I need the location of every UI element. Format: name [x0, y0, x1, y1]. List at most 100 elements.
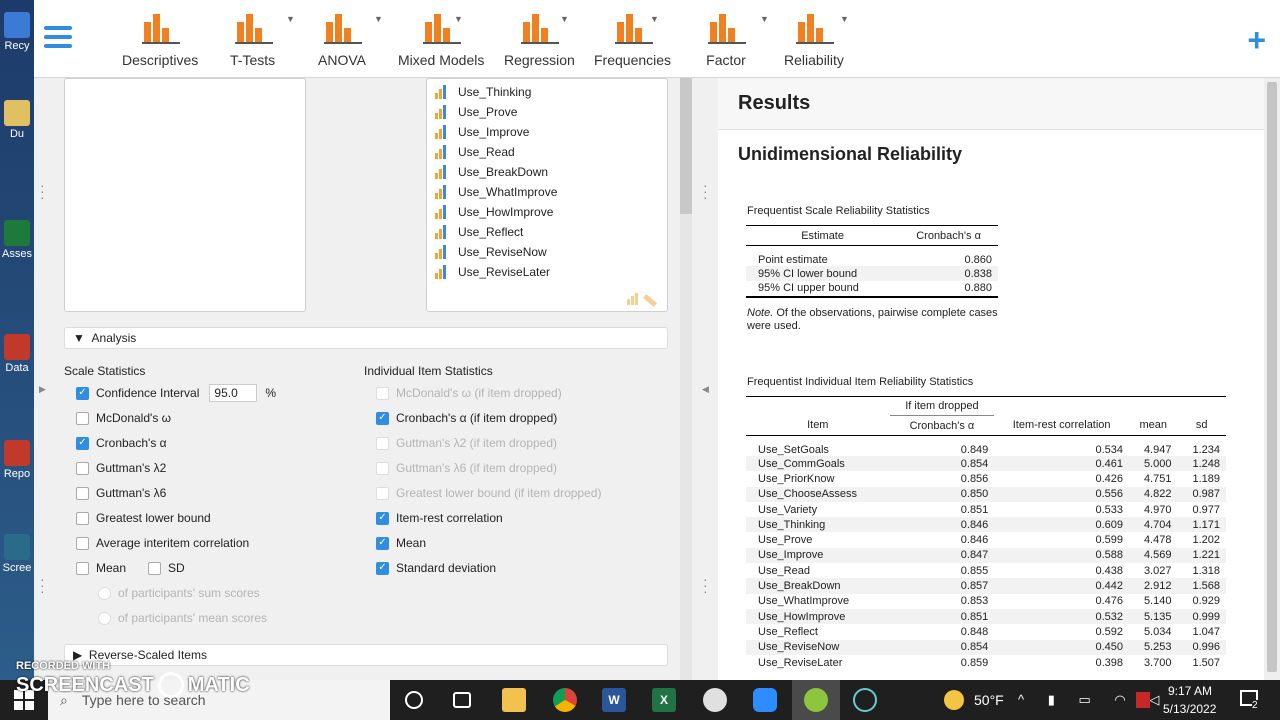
confidence-interval-option[interactable]: ✓ Confidence Interval 95.0 % — [76, 383, 276, 403]
checkbox-checked-icon[interactable]: ✓ — [376, 561, 389, 575]
variable-item[interactable]: Use_ReviseNow — [427, 242, 667, 262]
checkbox-icon[interactable] — [76, 536, 89, 550]
variable-item[interactable]: Use_ReviseLater — [427, 262, 667, 282]
table-cell: 0.996 — [1177, 639, 1226, 655]
item-option[interactable]: ✓ Item-rest correlation — [376, 508, 503, 528]
screencast-icon[interactable] — [853, 688, 877, 712]
variable-item[interactable]: Use_WhatImprove — [427, 182, 667, 202]
drag-handle-icon[interactable]: · · · — [40, 178, 45, 204]
checkbox-icon[interactable] — [76, 486, 89, 500]
desktop-app-icon — [4, 100, 30, 126]
desktop-icon[interactable]: Du — [0, 100, 34, 140]
variable-item[interactable]: Use_Reflect — [427, 222, 667, 242]
analysis-section-header[interactable]: ▼ Analysis — [64, 327, 668, 349]
results-scrollbar[interactable] — [1264, 78, 1280, 680]
anova-button[interactable]: ANOVA ▼ — [318, 10, 383, 68]
cortana-icon[interactable] — [405, 691, 423, 709]
variable-item[interactable]: Use_Prove — [427, 102, 667, 122]
dropdown-arrow-icon[interactable]: ▼ — [840, 14, 849, 24]
word-icon[interactable]: W — [602, 688, 626, 712]
regression-button[interactable]: Regression ▼ — [504, 10, 575, 68]
dropdown-arrow-icon[interactable]: ▼ — [760, 14, 769, 24]
scale-option[interactable]: Guttman's λ6 — [76, 483, 166, 503]
reliability-button[interactable]: Reliability ▼ — [784, 10, 849, 68]
excel-icon[interactable]: X — [652, 688, 676, 712]
checkbox-checked-icon[interactable]: ✓ — [376, 511, 389, 525]
frequencies-button[interactable]: Frequencies ▼ — [594, 10, 671, 68]
factor-icon — [704, 10, 748, 46]
factor-button[interactable]: Factor ▼ — [704, 10, 769, 68]
weather-temp[interactable]: 50°F — [974, 692, 1004, 708]
hamburger-menu-icon[interactable] — [44, 26, 72, 52]
option-label: Cronbach's α — [96, 436, 167, 450]
tray-badge-icon[interactable] — [1136, 692, 1150, 708]
available-variables-box[interactable] — [64, 78, 306, 312]
t-tests-button[interactable]: T-Tests ▼ — [230, 10, 295, 68]
table-cell: 4.478 — [1143, 534, 1172, 547]
table-cell: 0.461 — [994, 456, 1129, 472]
dropdown-arrow-icon[interactable]: ▼ — [286, 14, 295, 24]
panel-divider[interactable]: · · · ◀ · · · — [694, 78, 718, 680]
dropdown-arrow-icon[interactable]: ▼ — [650, 14, 659, 24]
dropdown-arrow-icon[interactable]: ▼ — [560, 14, 569, 24]
paint-icon[interactable] — [703, 688, 727, 712]
desktop-icon[interactable]: Scree — [0, 534, 34, 574]
drag-handle-icon[interactable]: · · · — [703, 178, 708, 204]
scale-option[interactable]: Guttman's λ2 — [76, 458, 166, 478]
item-option[interactable]: ✓ Cronbach's α (if item dropped) — [376, 408, 557, 428]
variable-item[interactable]: Use_Thinking — [427, 82, 667, 102]
table-cell: 1.234 — [1192, 444, 1220, 456]
checkbox-icon[interactable] — [76, 561, 89, 575]
expand-arrow-icon[interactable]: ▶ — [39, 384, 46, 395]
checkbox-checked-icon[interactable]: ✓ — [376, 536, 389, 550]
variable-item[interactable]: Use_Improve — [427, 122, 667, 142]
checkbox-checked-icon[interactable]: ✓ — [76, 386, 89, 400]
collapse-arrow-icon[interactable]: ◀ — [702, 384, 709, 395]
table-cell: 4.751 — [1143, 472, 1172, 485]
checkbox-icon[interactable] — [148, 561, 161, 575]
selected-variables-box[interactable]: Use_Thinking Use_Prove Use_Improve Use_Read… — [426, 78, 668, 312]
desktop-icon[interactable]: Asses — [0, 220, 34, 260]
variable-scrollbar[interactable] — [680, 78, 692, 214]
table-cell: 4.569 — [1128, 547, 1178, 564]
table-row: Use_Read 0.855 0.438 3.027 1.318 — [746, 563, 1226, 578]
drag-handle-icon[interactable]: · · · — [703, 572, 708, 598]
variable-item[interactable]: Use_BreakDown — [427, 162, 667, 182]
variable-name: Use_BreakDown — [458, 165, 549, 179]
variable-item[interactable]: Use_Read — [427, 142, 667, 162]
item-option: Greatest lower bound (if item dropped) — [376, 483, 601, 503]
desktop-icon[interactable]: Recy — [0, 12, 34, 52]
scale-option[interactable]: Greatest lower bound — [76, 508, 211, 528]
dropdown-arrow-icon[interactable]: ▼ — [374, 14, 383, 24]
checkbox-checked-icon[interactable]: ✓ — [76, 436, 89, 450]
variable-item[interactable]: Use_HowImprove — [427, 202, 667, 222]
add-module-icon[interactable]: + — [1247, 22, 1266, 59]
checkbox-icon[interactable] — [76, 461, 89, 475]
dropdown-arrow-icon[interactable]: ▼ — [454, 14, 463, 24]
clock-time[interactable]: 9:17 AM — [1168, 684, 1212, 698]
item-option[interactable]: ✓ Mean — [376, 533, 426, 553]
file-explorer-icon[interactable] — [502, 688, 526, 712]
checkbox-icon — [376, 436, 389, 450]
checkbox-checked-icon[interactable]: ✓ — [376, 411, 389, 425]
descriptives-button[interactable]: Descriptives — [122, 10, 198, 68]
sd-option[interactable]: SD — [148, 558, 185, 578]
mixed-models-button[interactable]: Mixed Models ▼ — [398, 10, 484, 68]
chrome-icon[interactable] — [553, 688, 577, 712]
jasp-taskbar-button[interactable] — [792, 680, 840, 720]
scale-option[interactable]: Average interitem correlation — [76, 533, 249, 553]
mean-option[interactable]: Mean — [76, 558, 126, 578]
analysis-label: Analysis — [91, 331, 137, 345]
checkbox-icon[interactable] — [76, 511, 89, 525]
scale-option[interactable]: McDonald's ω — [76, 408, 171, 428]
task-view-icon[interactable] — [453, 692, 471, 708]
drag-handle-icon[interactable]: · · · — [40, 572, 45, 598]
desktop-icon[interactable]: Repo — [0, 440, 34, 480]
item-option[interactable]: ✓ Standard deviation — [376, 558, 496, 578]
ci-value-input[interactable]: 95.0 — [209, 384, 258, 402]
checkbox-icon[interactable] — [76, 411, 89, 425]
zoom-icon[interactable] — [753, 688, 777, 712]
scale-option[interactable]: ✓ Cronbach's α — [76, 433, 167, 453]
clock-date[interactable]: 5/13/2022 — [1163, 702, 1216, 716]
desktop-icon[interactable]: Data — [0, 334, 34, 374]
